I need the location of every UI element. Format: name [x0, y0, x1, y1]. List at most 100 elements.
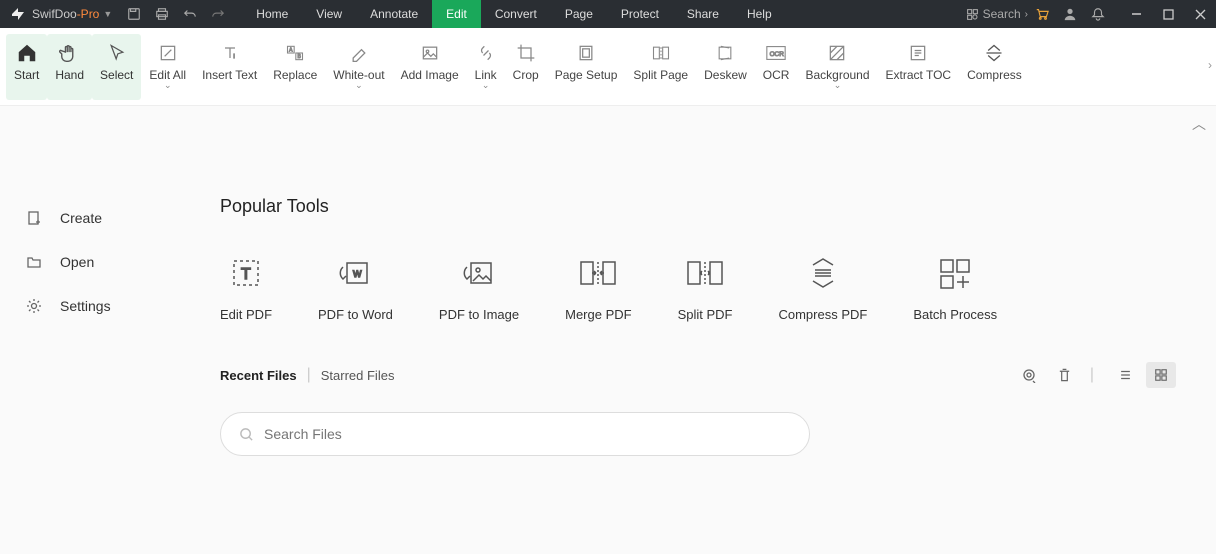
tool-compress[interactable]: Compress	[959, 34, 1030, 100]
tool-ocr[interactable]: OCR OCR	[755, 34, 798, 100]
ribbon-overflow-icon[interactable]: ›	[1208, 58, 1212, 72]
bell-icon[interactable]	[1084, 0, 1112, 28]
sidebar-item-create[interactable]: Create	[24, 196, 220, 240]
pdf-image-icon	[461, 253, 497, 293]
pdf-word-icon: W	[337, 253, 373, 293]
app-name: SwifDoo-Pro	[32, 7, 99, 21]
search-files-input[interactable]	[264, 426, 791, 442]
tool-add-image[interactable]: Add Image	[393, 34, 467, 100]
tool-split-page[interactable]: Split Page	[625, 34, 696, 100]
title-bar: SwifDoo-Pro ▼ Home View Annotate Edit Co…	[0, 0, 1216, 28]
tab-starred-files[interactable]: Starred Files	[321, 368, 395, 383]
list-view-icon[interactable]	[1110, 362, 1140, 388]
app-logo-icon	[8, 6, 28, 22]
toc-icon	[908, 38, 928, 68]
dropdown-icon: ⌄	[482, 80, 490, 91]
app-name-dropdown-icon[interactable]: ▼	[103, 9, 112, 19]
menu-view[interactable]: View	[302, 0, 356, 28]
page-setup-icon	[576, 38, 596, 68]
print-icon[interactable]	[148, 0, 176, 28]
redo-icon[interactable]	[204, 0, 232, 28]
crop-icon	[516, 38, 536, 68]
compress-pdf-icon	[807, 253, 839, 293]
compress-icon	[984, 38, 1004, 68]
hand-icon	[59, 38, 81, 68]
files-header: Recent Files | Starred Files |	[220, 362, 1176, 388]
menu-help[interactable]: Help	[733, 0, 786, 28]
minimize-button[interactable]	[1120, 0, 1152, 28]
ptool-split-pdf[interactable]: Split PDF	[678, 253, 733, 322]
ptool-pdf-to-image[interactable]: PDF to Image	[439, 253, 519, 322]
svg-text:A: A	[289, 47, 293, 53]
menu-annotate[interactable]: Annotate	[356, 0, 432, 28]
popular-tools-heading: Popular Tools	[220, 196, 1176, 217]
split-page-icon	[650, 38, 672, 68]
merge-icon	[578, 253, 618, 293]
trash-icon[interactable]	[1050, 362, 1080, 388]
svg-text:W: W	[353, 269, 362, 279]
collapse-ribbon-icon[interactable]: ︿	[1192, 114, 1206, 134]
cart-icon[interactable]	[1028, 0, 1056, 28]
cursor-icon	[107, 38, 127, 68]
maximize-button[interactable]	[1152, 0, 1184, 28]
popular-tools-row: T Edit PDF W PDF to Word PDF to Image Me…	[220, 253, 1176, 322]
tool-edit-all[interactable]: Edit All ⌄	[141, 34, 194, 100]
menu-protect[interactable]: Protect	[607, 0, 673, 28]
global-search[interactable]: Search ›	[966, 7, 1028, 21]
history-icon[interactable]	[1014, 362, 1044, 388]
ptool-merge-pdf[interactable]: Merge PDF	[565, 253, 631, 322]
link-icon	[476, 38, 496, 68]
dropdown-icon: ⌄	[355, 80, 363, 91]
content-area: Popular Tools T Edit PDF W PDF to Word P…	[220, 106, 1216, 554]
replace-icon: AB	[284, 38, 306, 68]
menu-edit[interactable]: Edit	[432, 0, 481, 28]
tab-recent-files[interactable]: Recent Files	[220, 368, 297, 383]
gear-icon	[24, 298, 44, 314]
save-icon[interactable]	[120, 0, 148, 28]
tool-whiteout[interactable]: White-out ⌄	[325, 34, 392, 100]
image-icon	[420, 38, 440, 68]
eraser-icon	[348, 38, 370, 68]
ptool-compress-pdf[interactable]: Compress PDF	[778, 253, 867, 322]
tool-insert-text[interactable]: I Insert Text	[194, 34, 265, 100]
sidebar: Create Open Settings	[0, 106, 220, 554]
sidebar-item-settings[interactable]: Settings	[24, 284, 220, 328]
menu-home[interactable]: Home	[242, 0, 302, 28]
search-files-box[interactable]	[220, 412, 810, 456]
tool-start[interactable]: Start	[6, 34, 47, 100]
ocr-icon: OCR	[765, 38, 787, 68]
close-button[interactable]	[1184, 0, 1216, 28]
user-icon[interactable]	[1056, 0, 1084, 28]
svg-text:OCR: OCR	[770, 51, 785, 58]
tool-extract-toc[interactable]: Extract TOC	[878, 34, 960, 100]
tool-background[interactable]: Background ⌄	[797, 34, 877, 100]
ptool-pdf-to-word[interactable]: W PDF to Word	[318, 253, 393, 322]
tool-deskew[interactable]: Deskew	[696, 34, 755, 100]
tool-link[interactable]: Link ⌄	[467, 34, 505, 100]
ptool-edit-pdf[interactable]: T Edit PDF	[220, 253, 272, 322]
menu-page[interactable]: Page	[551, 0, 607, 28]
tool-page-setup[interactable]: Page Setup	[547, 34, 626, 100]
grid-view-icon[interactable]	[1146, 362, 1176, 388]
undo-icon[interactable]	[176, 0, 204, 28]
main-menu: Home View Annotate Edit Convert Page Pro…	[242, 0, 785, 28]
svg-text:T: T	[241, 266, 251, 283]
tool-select[interactable]: Select	[92, 34, 141, 100]
dropdown-icon: ⌄	[834, 80, 842, 91]
tool-crop[interactable]: Crop	[505, 34, 547, 100]
tool-hand[interactable]: Hand	[47, 34, 92, 100]
split-icon	[685, 253, 725, 293]
edit-pdf-icon: T	[228, 253, 264, 293]
deskew-icon	[715, 38, 735, 68]
folder-icon	[24, 254, 44, 270]
search-icon	[239, 427, 254, 442]
sidebar-item-open[interactable]: Open	[24, 240, 220, 284]
tool-replace[interactable]: AB Replace	[265, 34, 325, 100]
create-icon	[24, 210, 44, 226]
background-icon	[827, 38, 847, 68]
ptool-batch-process[interactable]: Batch Process	[913, 253, 997, 322]
insert-text-icon: I	[220, 38, 240, 68]
menu-share[interactable]: Share	[673, 0, 733, 28]
edit-all-icon	[158, 38, 178, 68]
menu-convert[interactable]: Convert	[481, 0, 551, 28]
